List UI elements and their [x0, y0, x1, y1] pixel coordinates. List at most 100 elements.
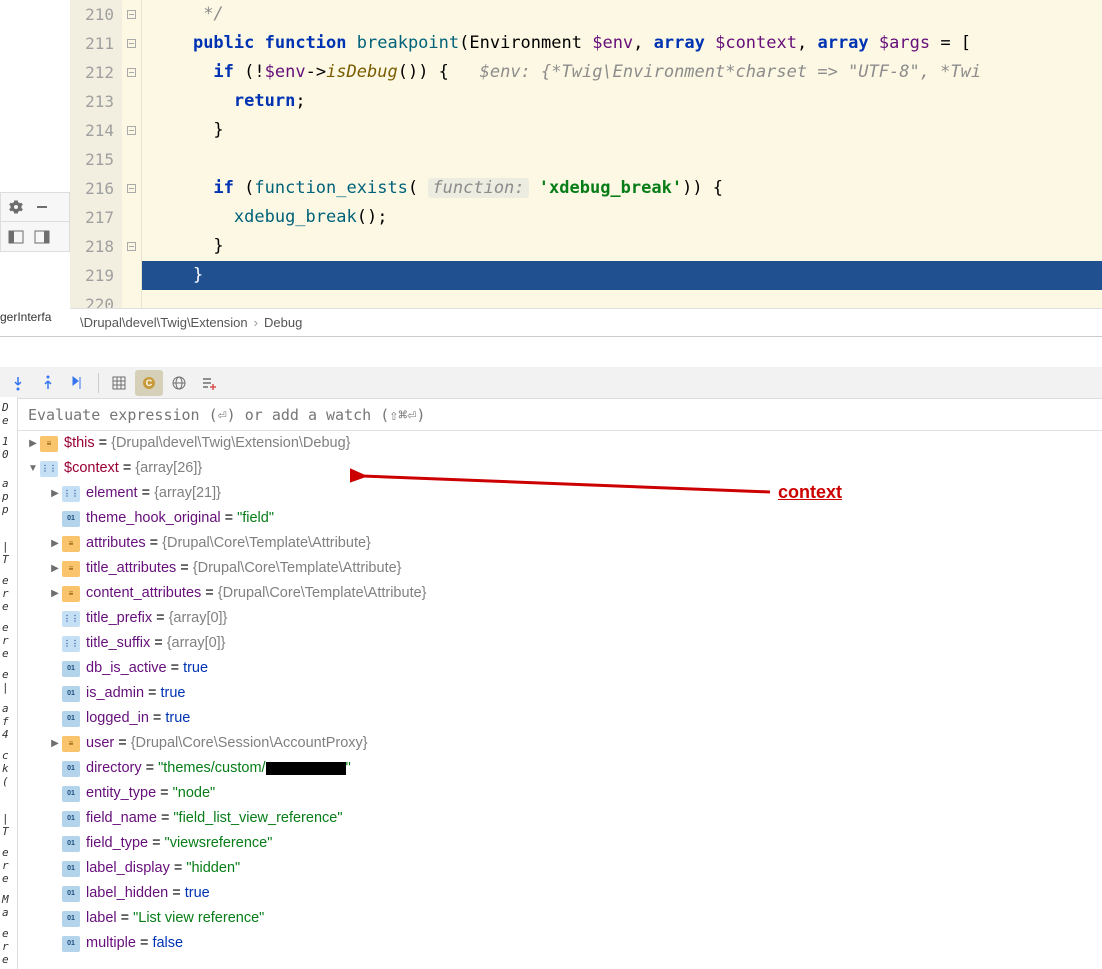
variable-value: {Drupal\devel\Twig\Extension\Debug}	[111, 431, 350, 456]
add-watch-icon[interactable]	[195, 370, 223, 396]
prim-type-icon: 01	[62, 861, 80, 877]
debugger-toolbar: C	[0, 367, 1102, 399]
variable-value: true	[161, 681, 186, 706]
variable-row[interactable]: ▶01multiple = false	[18, 931, 1102, 956]
variable-value: {Drupal\Core\Session\AccountProxy}	[131, 731, 368, 756]
variable-name: element	[86, 481, 138, 506]
variable-name: multiple	[86, 931, 136, 956]
variable-row[interactable]: ▶01directory = "themes/custom/"	[18, 756, 1102, 781]
arr-type-icon: ⋮⋮	[62, 636, 80, 652]
variable-row[interactable]: ▶01label_hidden = true	[18, 881, 1102, 906]
variable-value: "field"	[237, 506, 274, 531]
variable-name: $this	[64, 431, 95, 456]
minimize-icon[interactable]	[33, 198, 51, 216]
variable-row[interactable]: ▶01logged_in = true	[18, 706, 1102, 731]
step-out-icon[interactable]	[34, 370, 62, 396]
variable-row[interactable]: ▶⋮⋮element = {array[21]}	[18, 481, 1102, 506]
variable-row[interactable]: ▶01db_is_active = true	[18, 656, 1102, 681]
redacted-text	[266, 762, 346, 775]
run-to-cursor-icon[interactable]	[64, 370, 92, 396]
evaluate-expression-input[interactable]	[28, 406, 1092, 424]
debugger-panel: C De10app|Tereeree|af4ck(|TereMaereMa ▶≡…	[0, 336, 1102, 969]
variable-value: "viewsreference"	[165, 831, 273, 856]
prim-type-icon: 01	[62, 836, 80, 852]
variable-row[interactable]: ▶⋮⋮title_suffix = {array[0]}	[18, 631, 1102, 656]
prim-type-icon: 01	[62, 886, 80, 902]
breadcrumb-item[interactable]: Debug	[264, 315, 302, 330]
breadcrumb-path[interactable]: \Drupal\devel\Twig\Extension	[80, 315, 248, 330]
variable-name: entity_type	[86, 781, 156, 806]
variable-row[interactable]: ▶01label_display = "hidden"	[18, 856, 1102, 881]
evaluate-expression-bar[interactable]	[18, 399, 1102, 431]
variable-name: user	[86, 731, 114, 756]
arr-type-icon: ⋮⋮	[62, 486, 80, 502]
grid-icon[interactable]	[105, 370, 133, 396]
line-number-gutter: 210211212213214215216217218219220	[70, 0, 122, 308]
variable-row[interactable]: ▶≡$this = {Drupal\devel\Twig\Extension\D…	[18, 431, 1102, 456]
prim-type-icon: 01	[62, 786, 80, 802]
expand-arrow-icon[interactable]: ▶	[48, 556, 62, 581]
step-into-icon[interactable]	[4, 370, 32, 396]
layout-right-icon[interactable]	[33, 228, 51, 246]
fold-gutter[interactable]	[122, 0, 142, 308]
variable-value: true	[185, 881, 210, 906]
variable-name: content_attributes	[86, 581, 201, 606]
obj-type-icon: ≡	[62, 736, 80, 752]
layout-left-icon[interactable]	[7, 228, 25, 246]
gear-icon[interactable]	[7, 198, 25, 216]
variable-name: directory	[86, 756, 142, 781]
variable-name: title_attributes	[86, 556, 176, 581]
variables-tree[interactable]: ▶≡$this = {Drupal\devel\Twig\Extension\D…	[18, 431, 1102, 969]
variable-row[interactable]: ▼⋮⋮$context = {array[26]}	[18, 456, 1102, 481]
prim-type-icon: 01	[62, 936, 80, 952]
prim-type-icon: 01	[62, 811, 80, 827]
variable-value: {array[26]}	[135, 456, 202, 481]
arr-type-icon: ⋮⋮	[40, 461, 58, 477]
variable-row[interactable]: ▶≡content_attributes = {Drupal\Core\Temp…	[18, 581, 1102, 606]
web-icon[interactable]	[165, 370, 193, 396]
left-truncated-text: gerInterfa	[0, 310, 51, 324]
variable-row[interactable]: ▶≡title_attributes = {Drupal\Core\Templa…	[18, 556, 1102, 581]
prim-type-icon: 01	[62, 686, 80, 702]
variable-value: true	[165, 706, 190, 731]
variable-row[interactable]: ▶01field_type = "viewsreference"	[18, 831, 1102, 856]
code-content[interactable]: */ public function breakpoint(Environmen…	[142, 0, 1102, 308]
variable-row[interactable]: ▶01entity_type = "node"	[18, 781, 1102, 806]
arr-type-icon: ⋮⋮	[62, 611, 80, 627]
obj-type-icon: ≡	[62, 561, 80, 577]
prim-type-icon: 01	[62, 511, 80, 527]
variable-value: false	[152, 931, 183, 956]
expand-arrow-icon[interactable]: ▼	[26, 456, 40, 481]
variable-name: field_name	[86, 806, 157, 831]
variable-row[interactable]: ▶≡attributes = {Drupal\Core\Template\Att…	[18, 531, 1102, 556]
editor-side-toolbar	[0, 192, 70, 252]
variable-value: "field_list_view_reference"	[173, 806, 342, 831]
variable-name: db_is_active	[86, 656, 167, 681]
variable-name: label	[86, 906, 117, 931]
prim-type-icon: 01	[62, 911, 80, 927]
expand-arrow-icon[interactable]: ▶	[48, 481, 62, 506]
debug-frames-strip[interactable]: De10app|Tereeree|af4ck(|TereMaereMa	[0, 397, 18, 969]
variable-value: {array[0]}	[167, 631, 226, 656]
breadcrumb[interactable]: \Drupal\devel\Twig\Extension › Debug	[70, 308, 1102, 336]
variable-row[interactable]: ▶01is_admin = true	[18, 681, 1102, 706]
calculator-icon[interactable]: C	[135, 370, 163, 396]
variable-value: {Drupal\Core\Template\Attribute}	[162, 531, 371, 556]
variable-row[interactable]: ▶⋮⋮title_prefix = {array[0]}	[18, 606, 1102, 631]
variable-row[interactable]: ▶01field_name = "field_list_view_referen…	[18, 806, 1102, 831]
expand-arrow-icon[interactable]: ▶	[48, 581, 62, 606]
expand-arrow-icon[interactable]: ▶	[26, 431, 40, 456]
variable-name: logged_in	[86, 706, 149, 731]
variable-name: attributes	[86, 531, 146, 556]
toolbar-separator	[98, 373, 99, 393]
annotation-label: context	[778, 482, 842, 503]
variable-row[interactable]: ▶01label = "List view reference"	[18, 906, 1102, 931]
expand-arrow-icon[interactable]: ▶	[48, 531, 62, 556]
variable-value: {array[21]}	[154, 481, 221, 506]
expand-arrow-icon[interactable]: ▶	[48, 731, 62, 756]
variable-row[interactable]: ▶≡user = {Drupal\Core\Session\AccountPro…	[18, 731, 1102, 756]
variable-row[interactable]: ▶01theme_hook_original = "field"	[18, 506, 1102, 531]
variable-name: label_display	[86, 856, 170, 881]
code-editor[interactable]: gerInterfa 21021121221321421521621721821…	[0, 0, 1102, 308]
prim-type-icon: 01	[62, 711, 80, 727]
